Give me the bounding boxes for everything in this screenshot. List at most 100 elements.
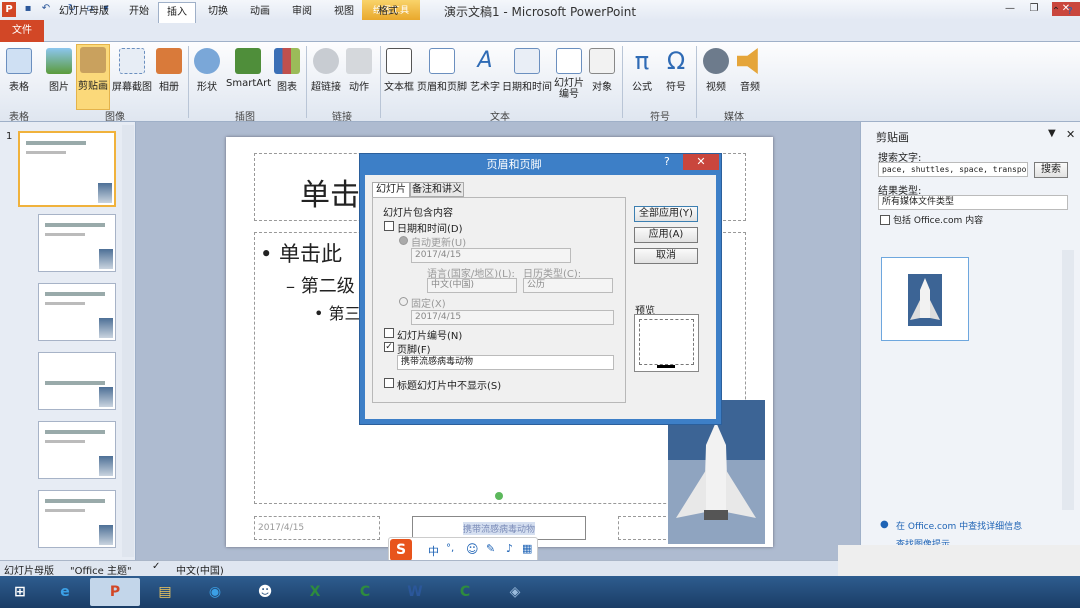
film-reel-icon [703, 48, 729, 74]
dialog-help-button[interactable]: ? [664, 155, 670, 168]
tab-view[interactable]: 视图 [326, 2, 362, 22]
proofing-icon[interactable]: ✓ [152, 561, 160, 572]
bullet-level3: • 第三 [314, 304, 361, 323]
photo-album-button[interactable]: 相册 [154, 46, 184, 108]
smartart-icon [235, 48, 261, 74]
footer-input[interactable]: 携带流感病毒动物 [397, 355, 614, 370]
ime-chinese-mode[interactable]: 中 [428, 543, 439, 559]
game-app-icon[interactable]: ◈ [490, 578, 540, 606]
auto-update-label: 自动更新(U) [411, 238, 467, 249]
fixed-date-input[interactable]: 2017/4/15 [411, 310, 614, 325]
screenshot-button[interactable]: 屏幕截图 [112, 46, 152, 108]
clipart-result-item[interactable] [881, 257, 969, 341]
apply-button[interactable]: 应用(A) [634, 227, 698, 243]
pane-options-icon[interactable]: ▼ [1048, 128, 1056, 139]
help-icon[interactable]: ? [1064, 2, 1076, 22]
action-button[interactable]: 动作 [344, 46, 374, 108]
shapes-button[interactable]: 形状 [192, 46, 222, 108]
tab-insert[interactable]: 插入 [158, 2, 196, 23]
hyperlink-icon [313, 48, 339, 74]
camtasia-recorder-icon[interactable]: C [440, 578, 490, 606]
date-time-button[interactable]: 日期和时间 [502, 46, 552, 108]
pane-close-icon[interactable]: ✕ [1066, 128, 1075, 141]
rotate-handle[interactable] [495, 492, 503, 500]
fixed-radio[interactable] [399, 297, 408, 306]
windows-start-icon[interactable]: ⊞ [0, 578, 40, 606]
tab-slide-master[interactable]: 幻灯片母版 [50, 2, 118, 22]
slide-number-button[interactable]: 幻灯片 编号 [553, 46, 585, 108]
toolbox-icon[interactable]: ▦ [522, 542, 532, 555]
thumbnail-scrollbar[interactable] [122, 125, 134, 557]
status-language[interactable]: 中文(中国) [176, 562, 224, 577]
header-footer-icon [429, 48, 455, 74]
hide-on-title-checkbox[interactable] [384, 378, 394, 388]
group-label-table: 表格 [9, 112, 29, 123]
object-button[interactable]: 对象 [588, 46, 616, 108]
restore-button[interactable]: ❐ [1024, 2, 1044, 16]
table-button[interactable]: 表格 [4, 46, 34, 108]
tab-animations[interactable]: 动画 [242, 2, 278, 22]
sogou-logo-icon[interactable]: S [390, 539, 412, 561]
master-thumbnail[interactable] [18, 131, 116, 207]
video-button[interactable]: 视频 [700, 46, 732, 108]
minimize-button[interactable]: — [1000, 2, 1020, 16]
include-office-checkbox[interactable] [880, 215, 890, 225]
emoji-icon[interactable]: ☺ [466, 542, 479, 556]
dialog-close-button[interactable]: ✕ [683, 154, 719, 170]
tab-notes-handouts[interactable]: 备注和讲义 [410, 182, 464, 197]
search-input[interactable]: pace, shuttles, space, transports [878, 162, 1028, 177]
audio-button[interactable]: 音频 [734, 46, 766, 108]
group-label-symbols: 符号 [650, 112, 670, 123]
cancel-button[interactable]: 取消 [634, 248, 698, 264]
result-type-select[interactable]: 所有媒体文件类型 [878, 195, 1068, 210]
collapse-ribbon-icon[interactable]: ⌃ [1050, 2, 1062, 22]
auto-update-radio[interactable] [399, 236, 408, 245]
equation-button[interactable]: π 公式 [626, 46, 658, 108]
wordart-button[interactable]: A 艺术字 [468, 46, 502, 108]
punctuation-icon[interactable]: °, [446, 543, 454, 554]
file-explorer-icon[interactable]: ▤ [140, 578, 190, 606]
layout-thumbnail[interactable] [38, 214, 116, 272]
word-icon[interactable]: W [390, 578, 440, 606]
datetime-checkbox[interactable] [384, 221, 394, 231]
picture-button[interactable]: 图片 [44, 46, 74, 108]
clipart-scrollbar[interactable] [1062, 250, 1074, 510]
textbox-button[interactable]: 文本框 [384, 46, 414, 108]
tab-format[interactable]: 格式 [368, 2, 408, 22]
browser-icon[interactable]: ◉ [190, 578, 240, 606]
tab-review[interactable]: 审阅 [284, 2, 320, 22]
tab-file[interactable]: 文件 [0, 20, 44, 42]
language-select[interactable]: 中文(中国) [427, 278, 517, 293]
layout-thumbnail[interactable] [38, 352, 116, 410]
header-footer-button[interactable]: 页眉和页脚 [416, 46, 468, 108]
layout-thumbnail[interactable] [38, 490, 116, 548]
pen-icon[interactable]: ✎ [486, 542, 495, 555]
microphone-icon[interactable]: ♪ [506, 542, 513, 555]
qq-icon[interactable]: ☻ [240, 578, 290, 606]
footer-text: 携带流感病毒动物 [463, 522, 536, 535]
slide-number-label: 幻灯片编号(N) [397, 331, 463, 342]
layout-thumbnail[interactable] [38, 283, 116, 341]
powerpoint-taskbar-icon[interactable]: P [90, 578, 140, 606]
excel-icon[interactable]: X [290, 578, 340, 606]
group-separator [696, 46, 697, 118]
thumbnail-number: 1 [6, 131, 13, 142]
layout-thumbnail[interactable] [38, 421, 116, 479]
footer-checkbox[interactable]: ✓ [384, 342, 394, 352]
search-button[interactable]: 搜索 [1034, 162, 1068, 178]
apply-all-button[interactable]: 全部应用(Y) [634, 206, 698, 222]
symbol-button[interactable]: Ω 符号 [660, 46, 692, 108]
internet-explorer-icon[interactable]: e [40, 578, 90, 606]
smartart-button[interactable]: SmartArt [226, 46, 271, 108]
calendar-select[interactable]: 公历 [523, 278, 613, 293]
camtasia-icon[interactable]: C [340, 578, 390, 606]
tab-transitions[interactable]: 切换 [200, 2, 236, 22]
slide-number-checkbox[interactable] [384, 328, 394, 338]
auto-date-select[interactable]: 2017/4/15 [411, 248, 571, 263]
tab-home[interactable]: 开始 [122, 2, 156, 22]
chart-button[interactable]: 图表 [272, 46, 302, 108]
office-link[interactable]: 在 Office.com 中查找详细信息 [896, 519, 1022, 532]
hyperlink-button[interactable]: 超链接 [310, 46, 342, 108]
clipart-button[interactable]: 剪贴画 [76, 44, 110, 110]
tab-slide[interactable]: 幻灯片 [372, 182, 410, 198]
